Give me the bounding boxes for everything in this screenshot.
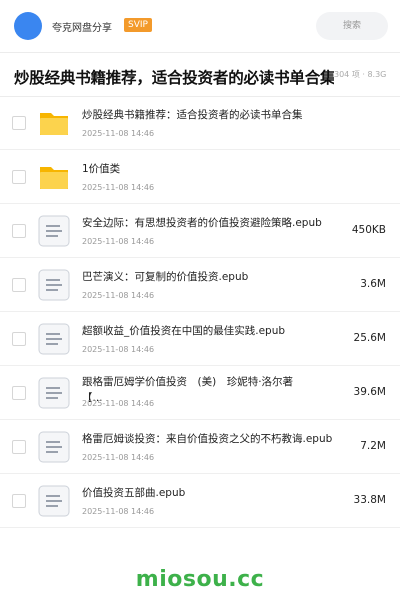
select-checkbox[interactable] [12,386,26,400]
file-name: 超额收益_价值投资在中国的最佳实践.epub [82,325,286,337]
file-date: 2025-11-08 14:46 [82,129,155,138]
search-button[interactable]: 搜索 [316,12,388,40]
select-checkbox[interactable] [12,278,26,292]
file-icon [38,269,70,301]
file-date: 2025-11-08 14:46 [82,507,155,516]
select-checkbox[interactable] [12,440,26,454]
file-size: 33.8M [353,494,386,506]
file-name: 1价值类 [82,163,121,175]
avatar[interactable] [14,12,42,40]
folder-icon [40,167,68,189]
select-checkbox[interactable] [12,494,26,508]
file-size: 450KB [351,224,386,236]
file-name: 炒股经典书籍推荐：适合投资者的必读书单合集 [82,109,303,121]
select-checkbox[interactable] [12,116,26,130]
list-item[interactable]: 1价值类 2025-11-08 14:46 [0,150,400,204]
file-size: 7.2M [360,440,386,452]
file-icon [38,215,70,247]
list-item[interactable]: 巴芒演义：可复制的价值投资.epub 2025-11-08 14:46 3.6M [0,258,400,312]
file-size: 39.6M [353,386,386,398]
file-size: 25.6M [353,332,386,344]
share-meta: 304 项 · 8.3G [334,70,387,79]
file-date: 2025-11-08 14:46 [82,399,155,408]
file-date: 2025-11-08 14:46 [82,345,155,354]
select-checkbox[interactable] [12,224,26,238]
list-item[interactable]: 跟格雷厄姆学价值投资 (美) 珍妮特·洛尔著【... 2025-11-08 14… [0,366,400,420]
file-icon [38,323,70,355]
list-item[interactable]: 安全边际：有思想投资者的价值投资避险策略.epub 2025-11-08 14:… [0,204,400,258]
file-icon [38,431,70,463]
list-item[interactable]: 炒股经典书籍推荐：适合投资者的必读书单合集 2025-11-08 14:46 [0,96,400,150]
file-name: 巴芒演义：可复制的价值投资.epub [82,271,249,283]
file-name: 格雷厄姆谈投资：来自价值投资之父的不朽教诲.epub [82,433,333,445]
app-name: 夸克网盘分享 [52,23,112,34]
page-title: 炒股经典书籍推荐，适合投资者的必读书单合集 [14,69,334,87]
list-item[interactable]: 超额收益_价值投资在中国的最佳实践.epub 2025-11-08 14:46 … [0,312,400,366]
file-icon [38,485,70,517]
footer: miosou.cc [0,548,400,600]
header-bar: 夸克网盘分享 SVIP 搜索 [0,0,400,52]
header-divider [0,52,400,53]
file-size: 3.6M [360,278,386,290]
select-checkbox[interactable] [12,332,26,346]
file-date: 2025-11-08 14:46 [82,291,155,300]
watermark-text: miosou.cc [135,567,265,592]
folder-icon [40,113,68,135]
file-date: 2025-11-08 14:46 [82,453,155,462]
file-name: 价值投资五部曲.epub [82,487,186,499]
file-date: 2025-11-08 14:46 [82,237,155,246]
list-item[interactable]: 格雷厄姆谈投资：来自价值投资之父的不朽教诲.epub 2025-11-08 14… [0,420,400,474]
file-name: 安全边际：有思想投资者的价值投资避险策略.epub [82,217,322,229]
select-checkbox[interactable] [12,170,26,184]
file-date: 2025-11-08 14:46 [82,183,155,192]
file-icon [38,377,70,409]
svip-badge: SVIP [124,18,152,32]
list-item[interactable]: 价值投资五部曲.epub 2025-11-08 14:46 33.8M [0,474,400,528]
